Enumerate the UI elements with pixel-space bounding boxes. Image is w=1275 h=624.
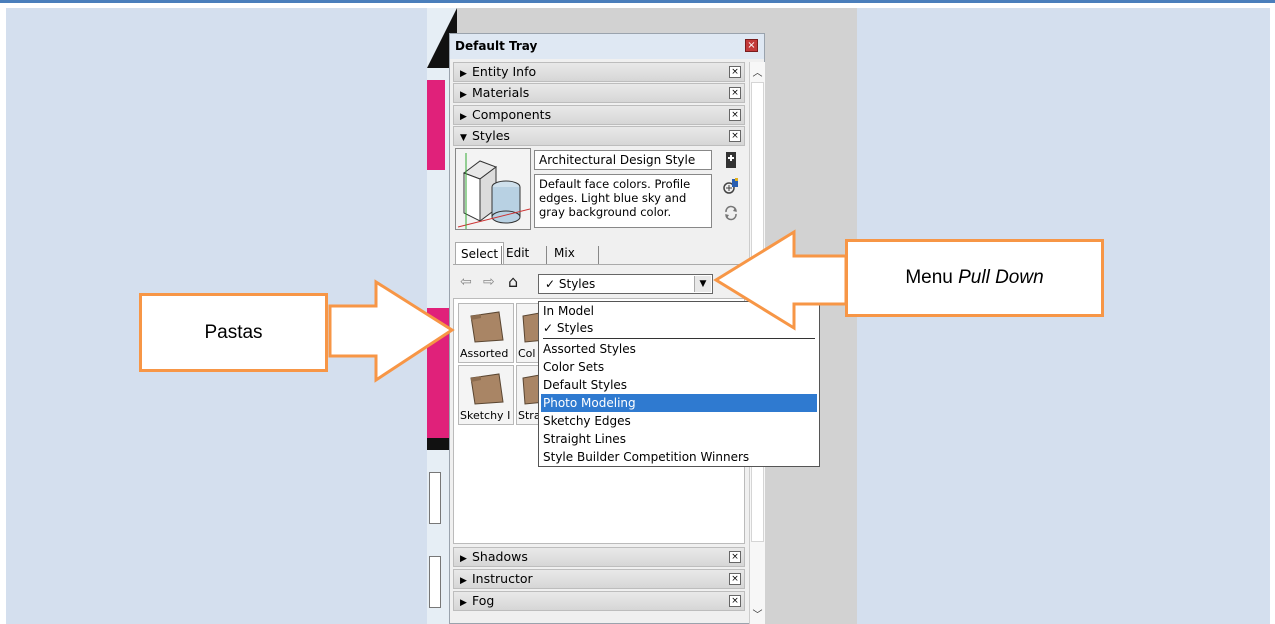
dropdown-item-in-model[interactable]: In Model — [543, 302, 594, 320]
chevron-down-icon[interactable]: ▼ — [694, 276, 711, 292]
section-styles[interactable]: ▼ Styles × — [453, 126, 745, 146]
style-library-combo[interactable]: ✓ Styles ▼ — [538, 274, 713, 294]
back-arrow-icon[interactable]: ⇦ — [460, 274, 472, 290]
dropdown-item-assorted-styles[interactable]: Assorted Styles — [543, 340, 636, 358]
section-close-icon[interactable]: × — [729, 595, 741, 607]
collapse-arrow-icon: ▼ — [460, 133, 467, 143]
dropdown-item-default-styles[interactable]: Default Styles — [543, 376, 627, 394]
dropdown-separator — [543, 338, 815, 339]
folder-label: Stra — [518, 409, 540, 422]
expand-arrow-icon: ▶ — [460, 576, 467, 586]
section-materials[interactable]: ▶ Materials × — [453, 83, 745, 103]
section-label: Fog — [472, 593, 495, 608]
folder-item[interactable]: Sketchy I — [458, 365, 514, 425]
section-label: Instructor — [472, 571, 533, 586]
dropdown-item-styles[interactable]: ✓ Styles — [543, 319, 593, 337]
tray-close-button[interactable]: × — [745, 39, 758, 52]
section-fog[interactable]: ▶ Fog × — [453, 591, 745, 611]
style-name-field[interactable]: Architectural Design Style — [534, 150, 712, 170]
tab-edit[interactable]: Edit — [506, 242, 529, 264]
refresh-icon[interactable] — [722, 205, 740, 223]
dropdown-item-straight-lines[interactable]: Straight Lines — [543, 430, 626, 448]
dropdown-item-style-builder-winners[interactable]: Style Builder Competition Winners — [543, 448, 749, 466]
section-components[interactable]: ▶ Components × — [453, 105, 745, 125]
section-close-icon[interactable]: × — [729, 87, 741, 99]
create-style-icon[interactable] — [722, 151, 740, 169]
section-label: Materials — [472, 85, 530, 100]
style-thumbnail — [455, 148, 531, 230]
folder-icon — [470, 373, 504, 405]
dropdown-item-color-sets[interactable]: Color Sets — [543, 358, 604, 376]
tab-select[interactable]: Select — [455, 242, 505, 265]
folder-label: Assorted — [460, 347, 509, 360]
folder-label: Col — [518, 347, 536, 360]
section-label: Entity Info — [472, 64, 537, 79]
side-panel-edge-2 — [429, 556, 441, 608]
callout-menu-emphasis: Pull Down — [958, 267, 1044, 288]
folder-label: Sketchy I — [460, 409, 511, 422]
tray-title: Default Tray — [450, 34, 764, 59]
expand-arrow-icon: ▶ — [460, 598, 467, 608]
side-panel-edge — [429, 472, 441, 524]
style-preview-icon — [456, 149, 530, 229]
dropdown-item-photo-modeling[interactable]: Photo Modeling — [541, 394, 817, 412]
model-shape-pink — [427, 80, 445, 170]
section-entity-info[interactable]: ▶ Entity Info × — [453, 62, 745, 82]
section-shadows[interactable]: ▶ Shadows × — [453, 547, 745, 567]
expand-arrow-icon: ▶ — [460, 69, 467, 79]
expand-arrow-icon: ▶ — [460, 90, 467, 100]
slide-top-rule — [0, 0, 1275, 3]
callout-arrow-right-icon — [328, 279, 455, 383]
tab-divider — [546, 246, 547, 264]
tab-divider — [598, 246, 599, 264]
folder-item[interactable]: Assorted — [458, 303, 514, 363]
section-label: Shadows — [472, 549, 528, 564]
folder-icon — [470, 311, 504, 343]
forward-arrow-icon[interactable]: ⇨ — [483, 274, 495, 290]
folder-item[interactable]: Stra — [516, 365, 540, 425]
scroll-up-icon[interactable]: ︿ — [750, 64, 765, 79]
tab-mix[interactable]: Mix — [554, 242, 575, 264]
expand-arrow-icon: ▶ — [460, 112, 467, 122]
section-close-icon[interactable]: × — [729, 551, 741, 563]
section-close-icon[interactable]: × — [729, 130, 741, 142]
folder-item[interactable]: Col — [516, 303, 540, 363]
scroll-down-icon[interactable]: ﹀ — [750, 606, 765, 621]
section-close-icon[interactable]: × — [729, 66, 741, 78]
section-label: Components — [472, 107, 552, 122]
tab-divider — [501, 246, 502, 264]
callout-pastas: Pastas — [139, 293, 328, 372]
update-style-icon[interactable] — [722, 177, 740, 195]
section-instructor[interactable]: ▶ Instructor × — [453, 569, 745, 589]
home-icon[interactable]: ⌂ — [508, 272, 518, 291]
expand-arrow-icon: ▶ — [460, 554, 467, 564]
callout-menu-text: Menu — [905, 267, 959, 288]
tab-underline — [453, 264, 745, 265]
callout-arrow-left-icon — [713, 229, 848, 331]
combo-value: ✓ Styles — [545, 277, 596, 291]
section-close-icon[interactable]: × — [729, 109, 741, 121]
style-description-field[interactable]: Default face colors. Profile edges. Ligh… — [534, 174, 712, 228]
section-label: Styles — [472, 128, 510, 143]
model-shape-dark-2 — [427, 438, 449, 450]
section-close-icon[interactable]: × — [729, 573, 741, 585]
dropdown-item-sketchy-edges[interactable]: Sketchy Edges — [543, 412, 631, 430]
callout-menu-pull-down: Menu Pull Down — [845, 239, 1104, 317]
